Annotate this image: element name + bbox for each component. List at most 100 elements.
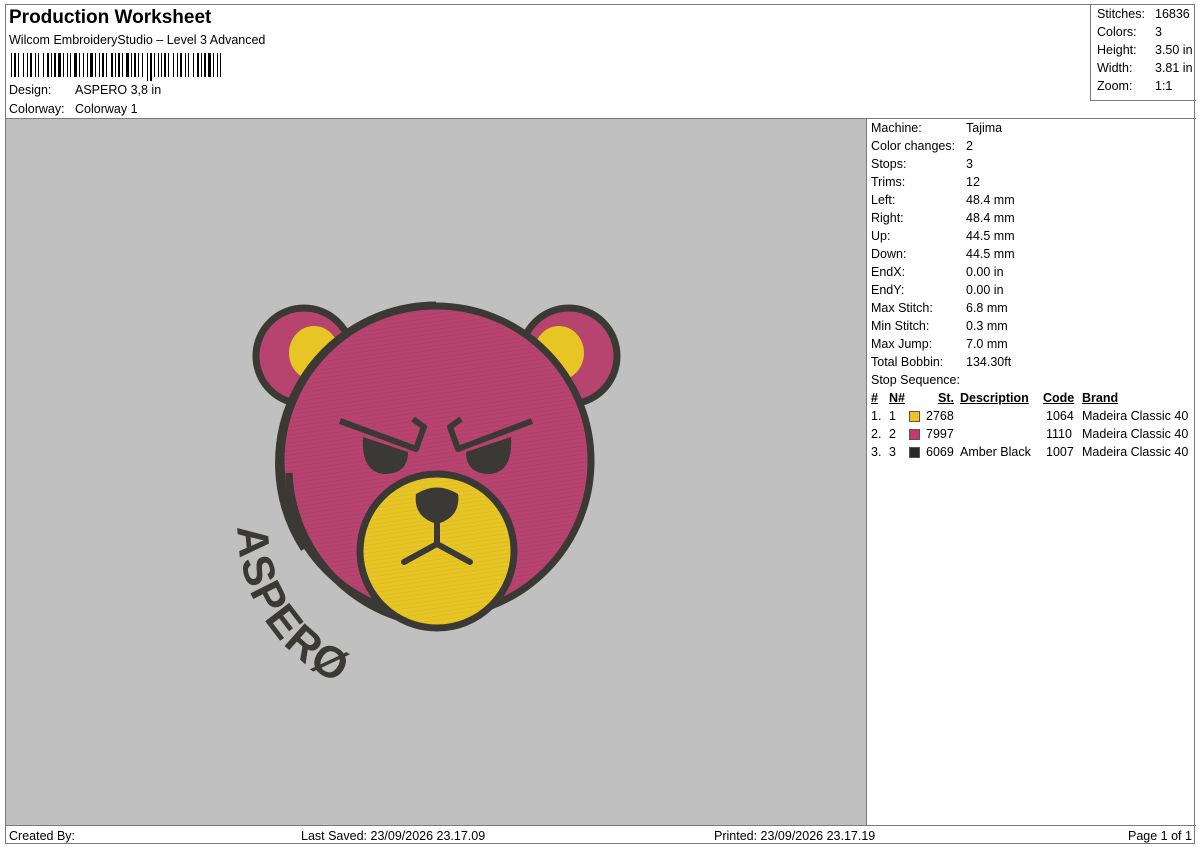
info-value: 44.5 mm bbox=[966, 229, 1015, 243]
summary-value: 3.81 in bbox=[1155, 61, 1193, 75]
summary-label: Colors: bbox=[1097, 25, 1137, 39]
printed-date: Printed: 23/09/2026 23.17.19 bbox=[714, 829, 876, 843]
summary-label: Width: bbox=[1097, 61, 1133, 75]
summary-label: Stitches: bbox=[1097, 7, 1145, 21]
design-preview: ASPERØ bbox=[6, 119, 867, 825]
row-stitches: 6069 bbox=[926, 445, 954, 459]
col-header-brand: Brand bbox=[1082, 391, 1119, 405]
info-label: Trims: bbox=[871, 175, 906, 189]
summary-value: 3.50 in bbox=[1155, 43, 1193, 57]
info-label: Color changes: bbox=[871, 139, 956, 153]
info-row: Min Stitch: 0.3 mm bbox=[871, 319, 1008, 333]
info-value: 48.4 mm bbox=[966, 211, 1015, 225]
color-swatch bbox=[909, 429, 920, 440]
info-label: Max Stitch: bbox=[871, 301, 933, 315]
row-description: Amber Black bbox=[960, 445, 1031, 459]
row-num: 1. bbox=[871, 409, 882, 423]
summary-row: Zoom: 1:1 bbox=[1097, 79, 1172, 93]
muzzle bbox=[356, 470, 518, 632]
info-label: Right: bbox=[871, 211, 904, 225]
info-value: 134.30ft bbox=[966, 355, 1012, 369]
info-label: Max Jump: bbox=[871, 337, 933, 351]
info-row: EndX: 0.00 in bbox=[871, 265, 1004, 279]
summary-row: Colors: 3 bbox=[1097, 25, 1162, 39]
info-label: EndX: bbox=[871, 265, 906, 279]
info-row: Up: 44.5 mm bbox=[871, 229, 1015, 243]
page-title: Production Worksheet bbox=[9, 7, 212, 28]
colorway-row: Colorway: Colorway 1 bbox=[9, 102, 138, 116]
info-row: Machine: Tajima bbox=[871, 121, 1002, 135]
info-label: Up: bbox=[871, 229, 891, 243]
info-value: 12 bbox=[966, 175, 980, 189]
worksheet-footer: Created By: Last Saved: 23/09/2026 23.17… bbox=[6, 825, 1196, 845]
info-value: 6.8 mm bbox=[966, 301, 1008, 315]
row-num: 3. bbox=[871, 445, 882, 459]
design-label: Design: bbox=[9, 83, 52, 97]
summary-box: Stitches: 16836 Colors: 3 Height: 3.50 in W… bbox=[1090, 5, 1196, 101]
info-label: Stops: bbox=[871, 157, 907, 171]
design-row: Design: ASPERO 3,8 in bbox=[9, 83, 161, 97]
info-row: Trims: 12 bbox=[871, 175, 980, 189]
col-header-needle: N# bbox=[889, 391, 905, 405]
row-stitches: 7997 bbox=[926, 427, 954, 441]
info-value: Tajima bbox=[966, 121, 1003, 135]
summary-label: Height: bbox=[1097, 43, 1137, 57]
info-label: Min Stitch: bbox=[871, 319, 930, 333]
info-value: 0.00 in bbox=[966, 283, 1004, 297]
info-value: 44.5 mm bbox=[966, 247, 1015, 261]
colorway-label: Colorway: bbox=[9, 102, 65, 116]
info-row: Left: 48.4 mm bbox=[871, 193, 1015, 207]
info-label: EndY: bbox=[871, 283, 905, 297]
summary-value: 3 bbox=[1155, 25, 1162, 39]
summary-row: Stitches: 16836 bbox=[1097, 7, 1190, 21]
bear-embroidery-design: ASPERØ bbox=[227, 301, 621, 693]
info-value: 3 bbox=[966, 157, 973, 171]
info-label: Machine: bbox=[871, 121, 922, 135]
row-num: 2. bbox=[871, 427, 882, 441]
row-needle: 2 bbox=[889, 427, 896, 441]
row-stitches: 2768 bbox=[926, 409, 954, 423]
col-header-code: Code bbox=[1043, 391, 1075, 405]
info-label: Left: bbox=[871, 193, 896, 207]
info-row: Max Jump: 7.0 mm bbox=[871, 337, 1008, 351]
row-needle: 1 bbox=[889, 409, 896, 423]
summary-value: 1:1 bbox=[1155, 79, 1173, 93]
machine-info-panel: Machine: Tajima Color changes: 2 Stops: 3 T… bbox=[868, 119, 1196, 825]
info-row: Right: 48.4 mm bbox=[871, 211, 1015, 225]
row-code: 1007 bbox=[1046, 445, 1074, 459]
summary-label: Zoom: bbox=[1097, 79, 1133, 93]
info-value: 7.0 mm bbox=[966, 337, 1008, 351]
worksheet-header: Production Worksheet Wilcom EmbroiderySt… bbox=[6, 5, 1196, 119]
info-row: Stops: 3 bbox=[871, 157, 973, 171]
barcode bbox=[11, 53, 221, 81]
color-swatch bbox=[909, 447, 920, 458]
row-code: 1110 bbox=[1046, 427, 1072, 441]
page-number: Page 1 of 1 bbox=[1128, 829, 1192, 843]
color-swatch bbox=[909, 411, 920, 422]
created-by: Created By: bbox=[9, 829, 76, 843]
stop-sequence-label: Stop Sequence: bbox=[871, 373, 960, 387]
design-value: ASPERO 3,8 in bbox=[75, 83, 162, 97]
info-row: Max Stitch: 6.8 mm bbox=[871, 301, 1008, 315]
info-label: Total Bobbin: bbox=[871, 355, 944, 369]
row-brand: Madeira Classic 40 bbox=[1082, 427, 1189, 441]
last-saved: Last Saved: 23/09/2026 23.17.09 bbox=[301, 829, 486, 843]
info-value: 2 bbox=[966, 139, 973, 153]
row-brand: Madeira Classic 40 bbox=[1082, 445, 1189, 459]
info-value: 0.00 in bbox=[966, 265, 1004, 279]
row-code: 1064 bbox=[1046, 409, 1074, 423]
info-label: Down: bbox=[871, 247, 907, 261]
info-row: Down: 44.5 mm bbox=[871, 247, 1015, 261]
info-row: Color changes: 2 bbox=[871, 139, 973, 153]
info-value: 0.3 mm bbox=[966, 319, 1008, 333]
summary-row: Width: 3.81 in bbox=[1097, 61, 1193, 75]
col-header-description: Description bbox=[960, 391, 1029, 405]
summary-row: Height: 3.50 in bbox=[1097, 43, 1193, 57]
colorway-value: Colorway 1 bbox=[75, 102, 138, 116]
col-header-stitches: St. bbox=[938, 391, 954, 405]
software-name: Wilcom EmbroideryStudio – Level 3 Advanc… bbox=[9, 33, 266, 47]
summary-value: 16836 bbox=[1155, 7, 1190, 21]
info-value: 48.4 mm bbox=[966, 193, 1015, 207]
info-row: EndY: 0.00 in bbox=[871, 283, 1004, 297]
info-row: Total Bobbin: 134.30ft bbox=[871, 355, 1011, 369]
